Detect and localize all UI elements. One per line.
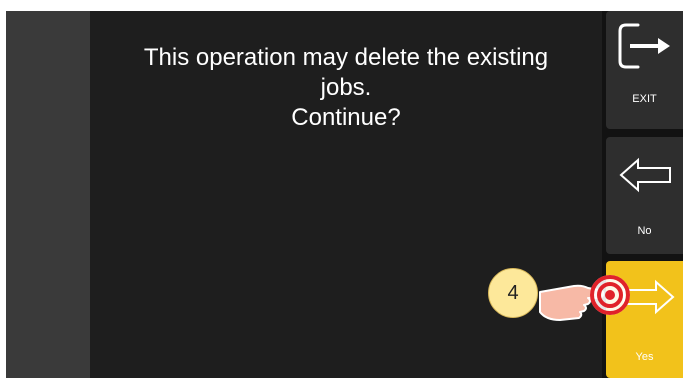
exit-button[interactable]: EXIT (606, 11, 683, 129)
hand-pointer-icon (539, 275, 630, 321)
no-label: No (637, 225, 652, 237)
left-strip (6, 11, 90, 378)
dialog-message: This operation may delete the existing j… (90, 43, 602, 133)
arrow-left-icon (619, 157, 671, 193)
message-line-1: This operation may delete the existing (143, 44, 549, 71)
message-line-3: Continue? (291, 104, 401, 131)
exit-label: EXIT (632, 93, 657, 105)
exit-icon (618, 23, 670, 69)
yes-label: Yes (635, 351, 654, 363)
message-line-2: jobs. (320, 74, 372, 101)
dialog-panel: This operation may delete the existing j… (90, 11, 602, 378)
no-button[interactable]: No (606, 137, 683, 254)
